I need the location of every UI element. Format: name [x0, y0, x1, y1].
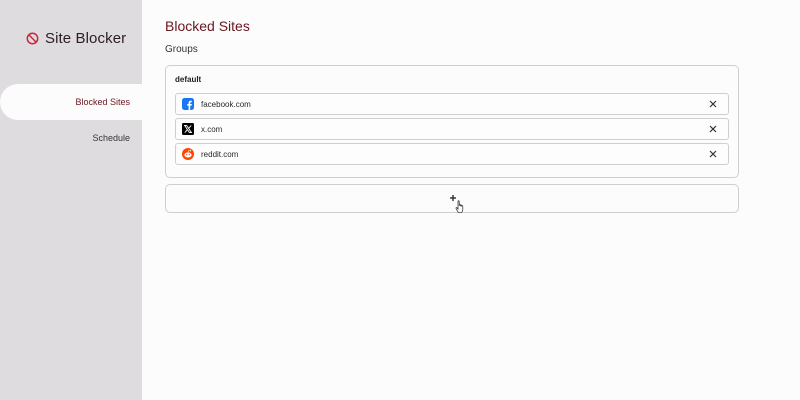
remove-site-button[interactable] — [707, 148, 719, 160]
sidebar-item-label: Schedule — [92, 133, 130, 143]
site-label: facebook.com — [201, 99, 251, 109]
hand-cursor-icon — [455, 200, 464, 214]
sidebar-item-label: Blocked Sites — [75, 97, 130, 107]
sidebar: Site Blocker Blocked Sites Schedule — [0, 0, 142, 400]
site-row: reddit.com — [175, 143, 729, 165]
block-icon — [26, 32, 39, 45]
sidebar-item-schedule[interactable]: Schedule — [0, 120, 142, 156]
close-icon — [709, 125, 717, 133]
sidebar-item-blocked-sites[interactable]: Blocked Sites — [0, 84, 142, 120]
group-card: default facebook.com x.com reddit.com — [165, 65, 739, 178]
site-row: x.com — [175, 118, 729, 140]
remove-site-button[interactable] — [707, 123, 719, 135]
app-title: Site Blocker — [45, 30, 127, 47]
reddit-icon — [182, 148, 194, 160]
close-icon — [709, 100, 717, 108]
groups-heading: Groups — [165, 44, 198, 55]
close-icon — [709, 150, 717, 158]
page-title: Blocked Sites — [165, 18, 250, 34]
group-name: default — [175, 75, 202, 84]
x-icon — [182, 123, 194, 135]
brand: Site Blocker — [26, 30, 126, 47]
remove-site-button[interactable] — [707, 98, 719, 110]
facebook-icon — [182, 98, 194, 110]
main-content: Blocked Sites Groups default facebook.co… — [142, 0, 800, 400]
site-row: facebook.com — [175, 93, 729, 115]
site-label: reddit.com — [201, 149, 239, 159]
add-group-button[interactable] — [165, 184, 739, 214]
site-label: x.com — [201, 124, 223, 134]
